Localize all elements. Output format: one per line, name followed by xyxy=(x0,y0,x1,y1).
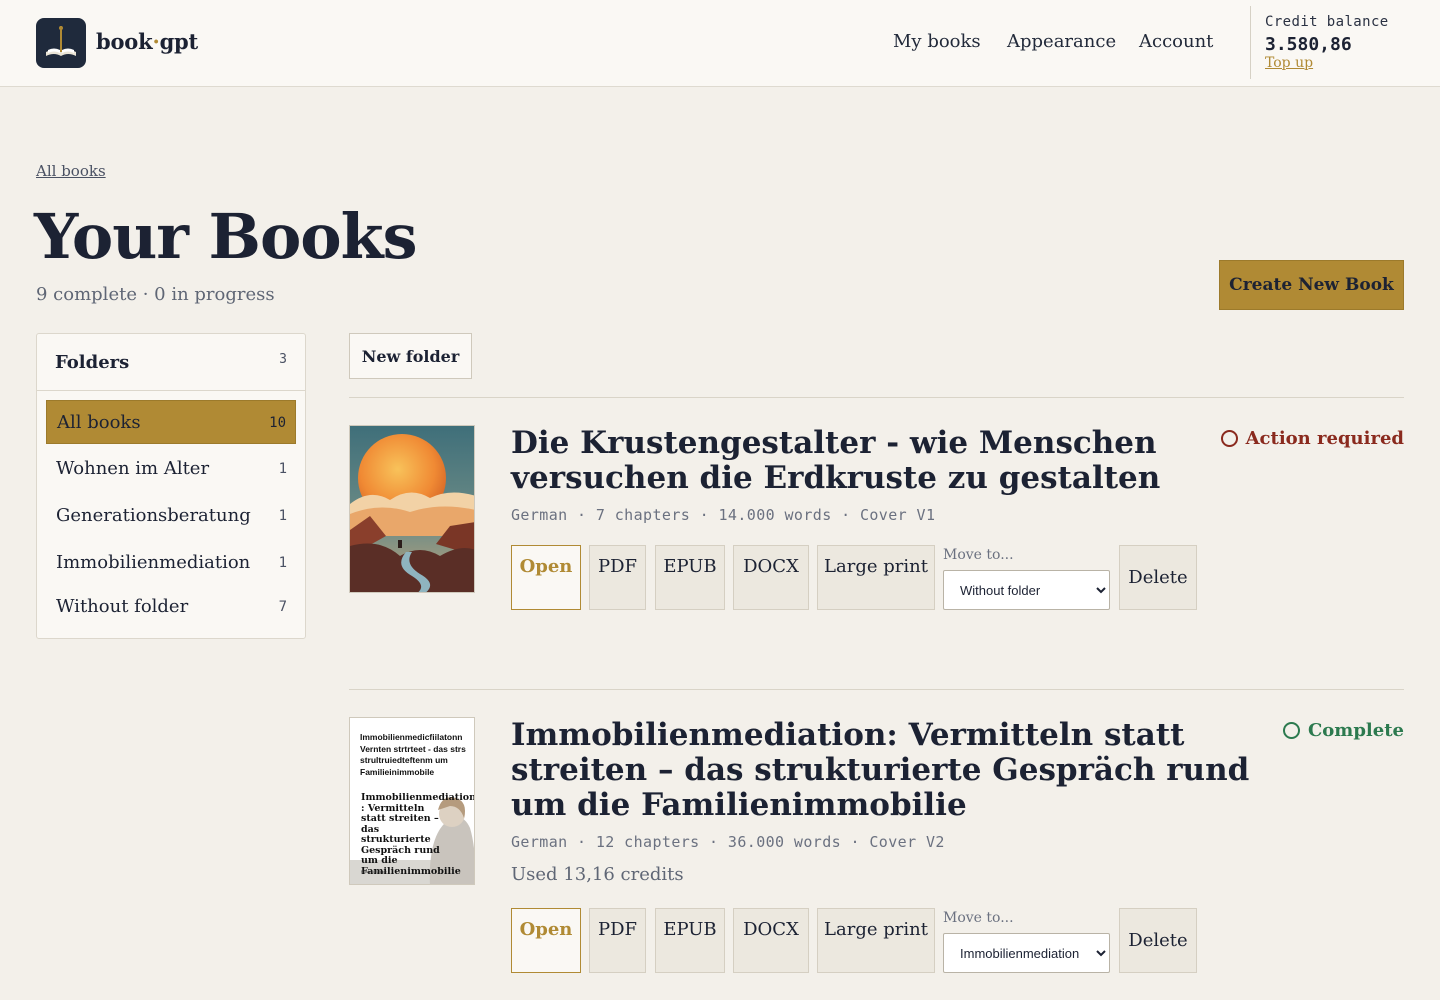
page-title: Your Books xyxy=(34,200,418,273)
top-up-link[interactable]: Top up xyxy=(1265,55,1313,71)
divider xyxy=(349,397,1404,398)
folders-count: 3 xyxy=(279,352,287,367)
status-badge-action-required: Action required xyxy=(1220,428,1404,449)
cover-art-desert-planet xyxy=(350,426,474,592)
divider xyxy=(349,689,1404,690)
folder-item-all-books[interactable]: All books 10 xyxy=(46,400,296,444)
books-summary: 9 complete · 0 in progress xyxy=(36,284,275,305)
status-ring-icon xyxy=(1220,430,1238,447)
brand-name[interactable]: book·gpt xyxy=(96,29,198,54)
docx-button[interactable]: DOCX xyxy=(733,545,809,610)
folder-label: Generationsberatung xyxy=(56,505,251,526)
new-folder-button[interactable]: New folder xyxy=(349,333,472,379)
credit-balance-label: Credit balance xyxy=(1265,14,1389,30)
folder-label: Immobilienmediation xyxy=(56,552,251,573)
nav-my-books[interactable]: My books xyxy=(893,31,981,52)
book-credits-used-2: Used 13,16 credits xyxy=(511,864,684,885)
folder-item-without-folder[interactable]: Without folder 7 xyxy=(46,585,296,629)
folder-item-wohnen-im-alter[interactable]: Wohnen im Alter 1 xyxy=(46,447,296,491)
book-meta-1: German · 7 chapters · 14.000 words · Cov… xyxy=(511,506,936,524)
epub-button[interactable]: EPUB xyxy=(655,908,725,973)
book-cover-1[interactable] xyxy=(349,425,475,593)
delete-button[interactable]: Delete xyxy=(1119,545,1197,610)
cover-top-text: Immobilienmedicfiilatonn Vernten strtrte… xyxy=(360,732,466,777)
cover-author: Roland Bräuer xyxy=(361,869,387,874)
nav-appearance[interactable]: Appearance xyxy=(1007,31,1116,52)
folder-count: 1 xyxy=(278,508,287,524)
folder-label: All books xyxy=(57,412,141,433)
top-header: book·gpt My books Appearance Account Cre… xyxy=(0,0,1440,87)
folder-label: Wohnen im Alter xyxy=(56,458,210,479)
docx-button[interactable]: DOCX xyxy=(733,908,809,973)
book-meta-2: German · 12 chapters · 36.000 words · Co… xyxy=(511,833,945,851)
status-label: Action required xyxy=(1245,428,1404,449)
move-to-label: Move to... xyxy=(943,547,1014,563)
folder-item-generationsberatung[interactable]: Generationsberatung 1 xyxy=(46,494,296,538)
breadcrumb-all-books[interactable]: All books xyxy=(36,162,106,180)
open-book-icon xyxy=(46,26,76,56)
folders-title: Folders xyxy=(55,352,130,373)
large-print-button[interactable]: Large print xyxy=(817,908,935,973)
folder-count: 10 xyxy=(269,415,286,431)
large-print-button[interactable]: Large print xyxy=(817,545,935,610)
status-label: Complete xyxy=(1307,720,1404,741)
move-to-select[interactable]: Without folder xyxy=(943,570,1110,610)
status-ring-icon xyxy=(1282,722,1300,739)
folder-label: Without folder xyxy=(56,596,189,617)
header-divider xyxy=(1250,6,1251,79)
folder-item-immobilienmediation[interactable]: Immobilienmediation 1 xyxy=(46,541,296,585)
move-to-label: Move to... xyxy=(943,910,1014,926)
cover-main-text: Immobilienmediation : Vermitteln statt s… xyxy=(361,792,475,877)
epub-button[interactable]: EPUB xyxy=(655,545,725,610)
book-title-2[interactable]: Immobilienmediation: Vermitteln statt st… xyxy=(511,718,1271,823)
folders-panel: Folders 3 All books 10 Wohnen im Alter 1… xyxy=(36,333,306,639)
delete-button[interactable]: Delete xyxy=(1119,908,1197,973)
open-button[interactable]: Open xyxy=(511,545,581,610)
logo[interactable] xyxy=(36,18,86,68)
book-cover-2[interactable]: Immobilienmedicfiilatonn Vernten strtrte… xyxy=(349,717,475,885)
move-to-select[interactable]: Immobilienmediation xyxy=(943,933,1110,973)
folders-header: Folders 3 xyxy=(37,334,305,391)
status-badge-complete: Complete xyxy=(1282,720,1404,741)
pdf-button[interactable]: PDF xyxy=(589,908,646,973)
folder-count: 1 xyxy=(278,555,287,571)
nav-account[interactable]: Account xyxy=(1139,31,1213,52)
folder-count: 1 xyxy=(278,461,287,477)
open-button[interactable]: Open xyxy=(511,908,581,973)
create-new-book-button[interactable]: Create New Book xyxy=(1219,260,1404,310)
book-title-1[interactable]: Die Krustengestalter - wie Menschen vers… xyxy=(511,426,1251,496)
folder-count: 7 xyxy=(278,599,287,615)
pdf-button[interactable]: PDF xyxy=(589,545,646,610)
credit-balance-value: 3.580,86 xyxy=(1265,34,1352,55)
